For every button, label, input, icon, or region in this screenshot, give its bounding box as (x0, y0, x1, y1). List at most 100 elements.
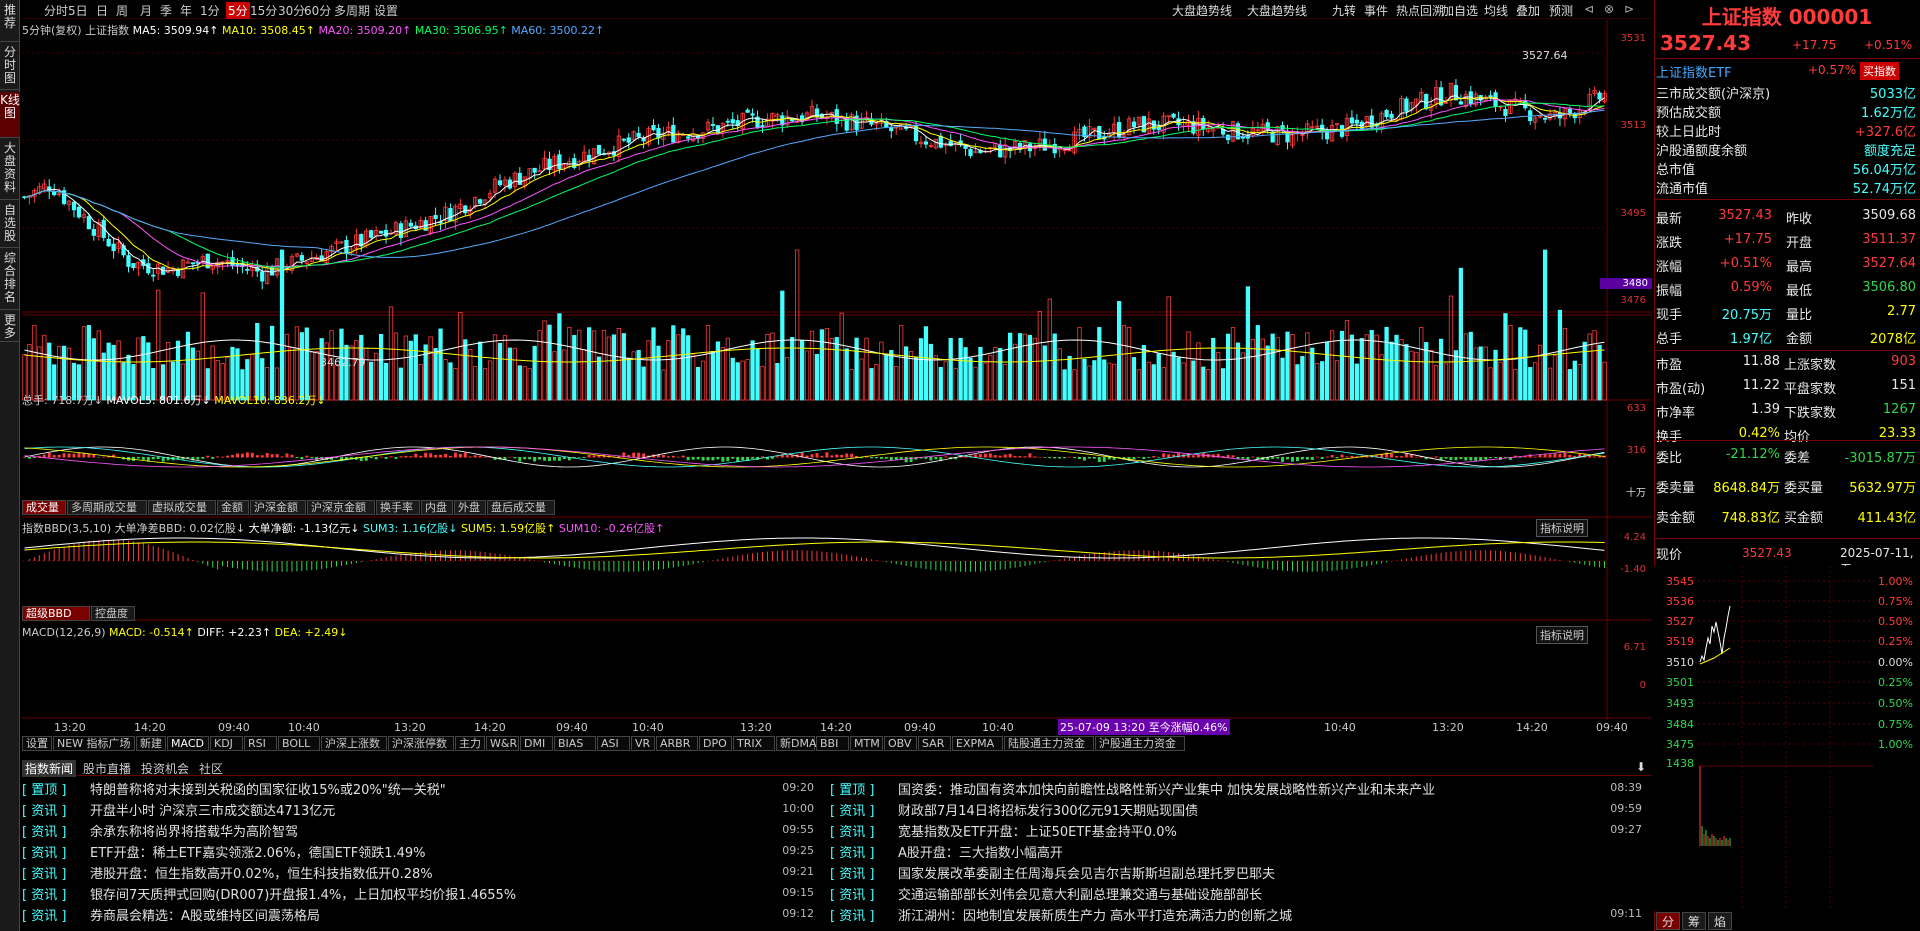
tab-item[interactable]: 虚拟成交量 (148, 500, 216, 515)
period-tab[interactable]: 60分 (304, 2, 331, 19)
sidebar-item-market-info[interactable]: 大盘资料 (0, 140, 20, 200)
news-item[interactable]: [ 资讯 ] 余承东称将尚界将搭载华为高阶智驾 09:55 (22, 821, 822, 840)
period-tab[interactable]: 设置 (374, 2, 398, 19)
indicator-tab[interactable]: 新DMA (776, 736, 817, 751)
news-title[interactable]: 宽基指数及ETF开盘：上证50ETF基金持平0.0% (898, 821, 1177, 840)
news-tab[interactable]: 投资机会 (138, 760, 192, 777)
toolbar-right-item[interactable]: 热点回溯 (1396, 2, 1444, 19)
tab-item[interactable]: 控盘度 (91, 606, 135, 621)
news-item[interactable]: [ 资讯 ] 券商晨会精选：A股或维持区间震荡格局 09:12 (22, 905, 822, 924)
news-item[interactable]: [ 资讯 ] A股开盘：三大指数小幅高开 (830, 842, 1650, 861)
tab-item[interactable]: 超级BBD (22, 606, 90, 621)
chevron-right-icon[interactable]: ⊳ (1624, 2, 1634, 16)
news-tab[interactable]: 社区 (196, 760, 226, 777)
news-title[interactable]: 国家发展改革委副主任周海兵会见吉尔吉斯斯坦副总理托罗巴耶夫 (898, 863, 1275, 882)
indicator-tab[interactable]: DPO (699, 736, 732, 751)
news-title[interactable]: 财政部7月14日将招标发行300亿元91天期贴现国债 (898, 800, 1198, 819)
news-title[interactable]: 交通运输部部长刘伟会见意大利副总理兼交通与基础设施部部长 (898, 884, 1262, 903)
period-tab[interactable]: 季 (160, 2, 172, 19)
indicator-tab[interactable]: DMI (520, 736, 553, 751)
period-tab[interactable]: 周 (116, 2, 128, 19)
news-item[interactable]: [ 资讯 ] 浙江湖州：因地制宜发展新质生产力 高水平打造充满活力的创新之城 09:… (830, 905, 1650, 924)
indicator-tab[interactable]: ASI (597, 736, 630, 751)
tab-item[interactable]: 外盘 (454, 500, 486, 515)
news-item[interactable]: [ 置顶 ] 国资委：推动国有资本加快向前瞻性战略性新兴产业集中 加快发展战略性新… (830, 779, 1650, 798)
period-tab[interactable]: 多周期 (334, 2, 370, 19)
sidebar-item-watchlist[interactable]: 自选股 (0, 202, 20, 248)
period-tab[interactable]: 分时 (44, 2, 68, 19)
indicator-tab[interactable]: 沪深上涨数 (321, 736, 387, 751)
tab-item[interactable]: 内盘 (421, 500, 453, 515)
indicator-tab[interactable]: TRIX (733, 736, 775, 751)
mini-chart-tab[interactable]: 筹 (1682, 912, 1706, 930)
sidebar-item-more[interactable]: 更多 (0, 312, 20, 342)
indicator-tab[interactable]: MTM (850, 736, 883, 751)
period-tab[interactable]: 30分 (278, 2, 305, 19)
indicator-tab[interactable]: 陆股通主力资金 (1004, 736, 1094, 751)
news-tab[interactable]: 指数新闻 (22, 760, 77, 777)
news-title[interactable]: 开盘半小时 沪深京三市成交额达4713亿元 (90, 800, 335, 819)
tab-item[interactable]: 成交量 (22, 500, 66, 515)
toolbar-right-item[interactable]: 加自选 (1442, 2, 1478, 19)
indicator-tab[interactable]: 新建 (136, 736, 166, 751)
toolbar-right-item[interactable]: 均线 (1484, 2, 1508, 19)
mini-timeshare-chart[interactable]: 3545 3536 3527 3519 3510 3501 3493 3484 3475 1438… (1654, 566, 1920, 911)
sidebar-item-timeshare[interactable]: 分时图 (0, 44, 20, 90)
indicator-tab[interactable]: 设置 (22, 736, 52, 751)
close-icon[interactable]: ⊗ (1604, 2, 1614, 16)
indicator-help-button[interactable]: 指标说明 (1536, 519, 1588, 537)
news-tab[interactable]: 股市直播 (80, 760, 134, 777)
period-tab[interactable]: 5分 (226, 2, 250, 19)
news-item[interactable]: [ 资讯 ] 开盘半小时 沪深京三市成交额达4713亿元 10:00 (22, 800, 822, 819)
news-item[interactable]: [ 资讯 ] 宽基指数及ETF开盘：上证50ETF基金持平0.0% 09:27 (830, 821, 1650, 840)
indicator-tab[interactable]: 沪股通主力资金 (1095, 736, 1185, 751)
period-tab[interactable]: 月 (140, 2, 152, 19)
indicator-tab[interactable]: OBV (884, 736, 917, 751)
news-title[interactable]: 浙江湖州：因地制宜发展新质生产力 高水平打造充满活力的创新之城 (898, 905, 1292, 924)
news-title[interactable]: 银存间7天质押式回购(DR007)开盘报1.4%，上日加权平均价报1.4655% (90, 884, 516, 903)
download-icon[interactable]: ⬇ (1636, 760, 1646, 774)
indicator-tab[interactable]: KDJ (210, 736, 243, 751)
mini-chart-tab[interactable]: 焰 (1708, 912, 1732, 930)
indicator-tab[interactable]: BOLL (278, 736, 320, 751)
toolbar-right-item[interactable]: 九转 (1332, 2, 1356, 19)
sidebar-item-kline[interactable]: K线图 (0, 92, 20, 138)
news-title[interactable]: ETF开盘：稀土ETF嘉实领涨2.06%，德国ETF领跌1.49% (90, 842, 426, 861)
etf-name[interactable]: 上证指数ETF (1656, 62, 1732, 81)
news-title[interactable]: 券商晨会精选：A股或维持区间震荡格局 (90, 905, 320, 924)
sidebar-item-ranking[interactable]: 综合排名 (0, 250, 20, 310)
news-title[interactable]: 港股开盘：恒生指数高开0.02%，恒生科技指数低开0.28% (90, 863, 433, 882)
tab-item[interactable]: 沪深京金额 (307, 500, 375, 515)
period-tab[interactable]: 5日 (68, 2, 88, 19)
period-tab[interactable]: 日 (96, 2, 108, 19)
tab-item[interactable]: 换手率 (376, 500, 420, 515)
toolbar-right-item[interactable]: 事件 (1364, 2, 1388, 19)
tab-item[interactable]: 盘后成交量 (487, 500, 555, 515)
news-item[interactable]: [ 资讯 ] 交通运输部部长刘伟会见意大利副总理兼交通与基础设施部部长 (830, 884, 1650, 903)
indicator-tab[interactable]: ARBR (656, 736, 698, 751)
news-item[interactable]: [ 资讯 ] 财政部7月14日将招标发行300亿元91天期贴现国债 09:59 (830, 800, 1650, 819)
indicator-tab[interactable]: SAR (918, 736, 951, 751)
mini-chart-tab[interactable]: 分 (1656, 912, 1680, 930)
indicator-tab[interactable]: VR (631, 736, 655, 751)
news-title[interactable]: A股开盘：三大指数小幅高开 (898, 842, 1063, 861)
period-tab[interactable]: 15分 (250, 2, 277, 19)
tab-item[interactable]: 多周期成交量 (67, 500, 147, 515)
toolbar-right-item[interactable]: 叠加 (1516, 2, 1540, 19)
toolbar-right-item[interactable]: 预测 (1549, 2, 1573, 19)
period-tab[interactable]: 1分 (200, 2, 220, 19)
chevron-left-icon[interactable]: ⊲ (1584, 2, 1594, 16)
toolbar-right-item[interactable]: 大盘趋势线 (1172, 2, 1232, 19)
tab-item[interactable]: 金额 (217, 500, 249, 515)
indicator-tab[interactable]: MACD (167, 736, 209, 751)
news-item[interactable]: [ 资讯 ] ETF开盘：稀土ETF嘉实领涨2.06%，德国ETF领跌1.49% 0… (22, 842, 822, 861)
indicator-tab[interactable]: 沪深涨停数 (388, 736, 454, 751)
indicator-tab[interactable]: BBI (816, 736, 849, 751)
indicator-tab[interactable]: RSI (244, 736, 277, 751)
period-tab[interactable]: 年 (180, 2, 192, 19)
indicator-help-button[interactable]: 指标说明 (1536, 626, 1588, 644)
news-item[interactable]: [ 资讯 ] 银存间7天质押式回购(DR007)开盘报1.4%，上日加权平均价报1… (22, 884, 822, 903)
indicator-tab[interactable]: BIAS (554, 736, 596, 751)
sidebar-item-recommend[interactable]: 推荐 (0, 2, 20, 42)
news-item[interactable]: [ 置顶 ] 特朗普称将对未接到关税函的国家征收15%或20%"统一关税" 09:2… (22, 779, 822, 798)
